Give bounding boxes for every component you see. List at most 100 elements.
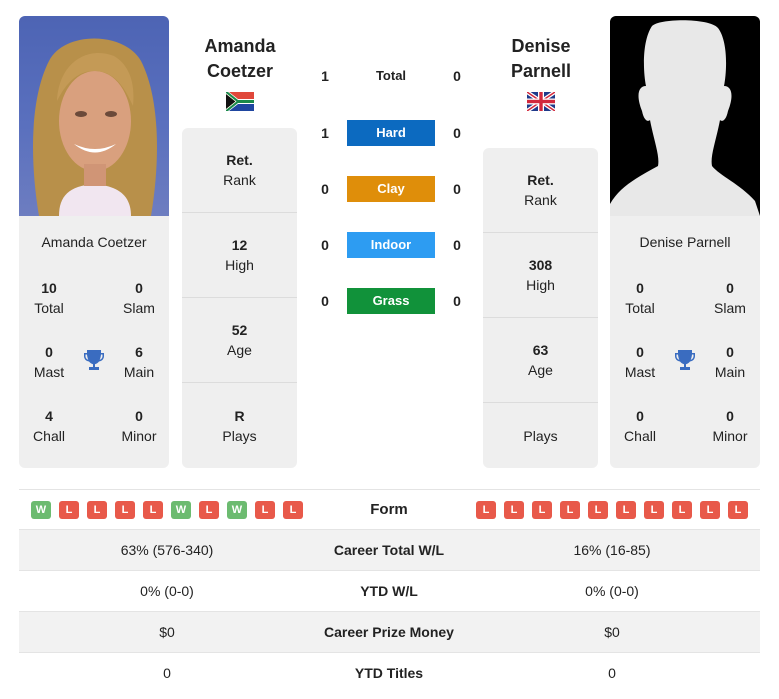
surface-badge-grass[interactable]: Grass: [347, 288, 435, 314]
stat-left-value: 63% (576-340): [120, 542, 214, 558]
titles-slam-label: Slam: [123, 300, 155, 316]
info-rank: Ret. Rank: [182, 128, 297, 213]
player-name-right[interactable]: Denise Parnell: [483, 34, 599, 84]
form-badge-win[interactable]: W: [227, 501, 247, 519]
titles-mast-value: 0: [636, 344, 644, 360]
stat-row-ytd-titles: 0 YTD Titles 0: [19, 653, 760, 694]
form-badge-loss[interactable]: L: [87, 501, 107, 519]
info-plays: Plays: [483, 403, 598, 468]
titles-chall-value: 0: [636, 408, 644, 424]
titles-minor-label: Minor: [121, 428, 157, 444]
h2h-left-count: 0: [321, 237, 329, 253]
titles-main-label: Main: [714, 364, 746, 380]
player-name-left[interactable]: Amanda Coetzer: [182, 34, 298, 84]
titles-main-value: 6: [135, 344, 143, 360]
south-africa-flag-icon: [226, 92, 254, 111]
player-photo-amanda-coetzer[interactable]: [19, 16, 169, 216]
titles-minor-value: 0: [726, 408, 734, 424]
stat-row-career-prize-money: $0 Career Prize Money $0: [19, 612, 760, 653]
info-age: 52 Age: [182, 298, 297, 383]
titles-main-label: Main: [123, 364, 155, 380]
player-card-name[interactable]: Amanda Coetzer: [19, 234, 169, 250]
titles-chall: 4 Chall: [19, 406, 79, 446]
titles-total-value: 10: [41, 280, 57, 296]
player-photo-denise-parnell[interactable]: [610, 16, 760, 216]
titles-main: 0 Main: [700, 342, 760, 382]
titles-minor: 0 Minor: [700, 406, 760, 446]
form-badge-loss[interactable]: L: [700, 501, 720, 519]
form-badge-win[interactable]: W: [171, 501, 191, 519]
titles-mast-label: Mast: [33, 364, 65, 380]
form-badge-loss[interactable]: L: [588, 501, 608, 519]
player-card-name[interactable]: Denise Parnell: [610, 234, 760, 250]
h2h-right-count: 0: [453, 68, 461, 84]
stat-label: Career Total W/L: [333, 542, 445, 558]
form-badge-loss[interactable]: L: [143, 501, 163, 519]
info-age-label: Age: [528, 362, 553, 378]
h2h-left-count: 1: [321, 125, 329, 141]
titles-minor-value: 0: [135, 408, 143, 424]
titles-slam-label: Slam: [714, 300, 746, 316]
form-badge-loss[interactable]: L: [115, 501, 135, 519]
info-plays: R Plays: [182, 383, 297, 468]
titles-mast-value: 0: [45, 344, 53, 360]
trophy-icon: [675, 350, 695, 370]
titles-total-label: Total: [625, 300, 655, 316]
titles-total-value: 0: [636, 280, 644, 296]
titles-chall-value: 4: [45, 408, 53, 424]
info-high: 12 High: [182, 213, 297, 298]
titles-slam: 0 Slam: [109, 278, 169, 318]
h2h-row-grass: 0 Grass 0: [300, 288, 480, 314]
player-portrait-image: [33, 38, 157, 216]
form-badge-loss[interactable]: L: [59, 501, 79, 519]
player-last-name: Parnell: [510, 61, 572, 81]
h2h-right-count: 0: [453, 293, 461, 309]
h2h-left-count: 0: [321, 293, 329, 309]
form-badge-win[interactable]: W: [31, 501, 51, 519]
h2h-left-count: 1: [321, 68, 329, 84]
surface-badge-indoor[interactable]: Indoor: [347, 232, 435, 258]
form-badge-loss[interactable]: L: [504, 501, 524, 519]
stat-label: YTD Titles: [354, 665, 424, 681]
titles-mast: 0 Mast: [19, 342, 79, 382]
surface-badge-clay[interactable]: Clay: [347, 176, 435, 202]
stat-label: Career Prize Money: [324, 624, 454, 640]
form-badge-loss[interactable]: L: [644, 501, 664, 519]
info-rank-label: Rank: [223, 172, 256, 188]
h2h-left-count: 0: [321, 181, 329, 197]
form-badge-loss[interactable]: L: [199, 501, 219, 519]
titles-slam-value: 0: [726, 280, 734, 296]
stat-row-career-total-wl: 63% (576-340) Career Total W/L 16% (16-8…: [19, 530, 760, 571]
h2h-right-count: 0: [453, 237, 461, 253]
form-badge-loss[interactable]: L: [283, 501, 303, 519]
titles-total: 0 Total: [610, 278, 670, 318]
titles-main-value: 0: [726, 344, 734, 360]
h2h-right-count: 0: [453, 181, 461, 197]
form-badge-loss[interactable]: L: [476, 501, 496, 519]
stat-left-value: $0: [159, 624, 175, 640]
form-badge-loss[interactable]: L: [255, 501, 275, 519]
info-rank-label: Rank: [524, 192, 557, 208]
titles-total-label: Total: [34, 300, 64, 316]
form-label: Form: [370, 501, 408, 518]
form-badge-loss[interactable]: L: [672, 501, 692, 519]
titles-slam: 0 Slam: [700, 278, 760, 318]
info-high-label: High: [225, 257, 254, 273]
stat-right-value: $0: [604, 624, 620, 640]
titles-chall-label: Chall: [33, 428, 65, 444]
stat-right-value: 16% (16-85): [573, 542, 651, 558]
form-badge-loss[interactable]: L: [560, 501, 580, 519]
player-info-right: Ret. Rank 308 High 63 Age Plays: [483, 148, 598, 468]
form-badge-loss[interactable]: L: [728, 501, 748, 519]
h2h-row-total: 1 Total 0: [300, 63, 480, 89]
form-badge-loss[interactable]: L: [616, 501, 636, 519]
united-kingdom-flag-icon: [527, 92, 555, 111]
form-badge-loss[interactable]: L: [532, 501, 552, 519]
player-last-name: Coetzer: [206, 61, 273, 81]
info-rank-value: Ret.: [527, 172, 554, 188]
form-row: WLLLLWLWLL Form LLLLLLLLLL: [19, 489, 760, 530]
surface-badge-hard[interactable]: Hard: [347, 120, 435, 146]
info-plays-label: Plays: [222, 427, 257, 444]
titles-mast-label: Mast: [624, 364, 656, 380]
info-age-value: 52: [231, 322, 248, 338]
